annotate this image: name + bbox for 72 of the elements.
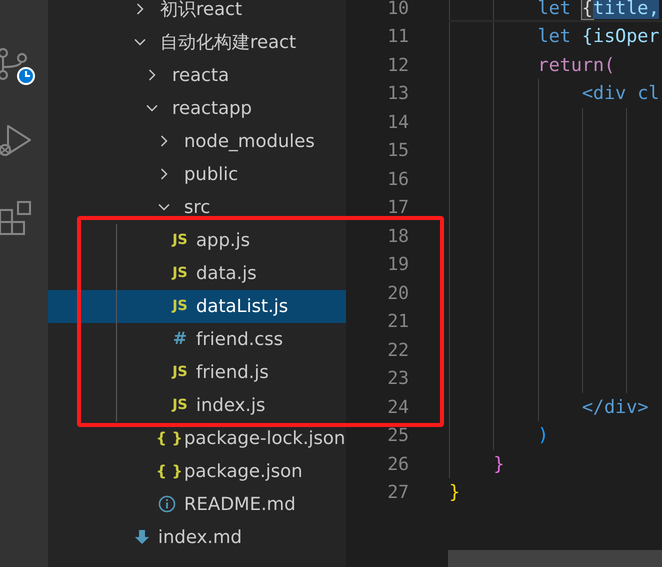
file-name: reactapp — [172, 98, 252, 118]
file-tree-item[interactable]: src — [48, 190, 346, 224]
source-control-icon[interactable] — [0, 47, 36, 87]
line-number: 25 — [386, 425, 409, 446]
line-number: 11 — [386, 26, 409, 47]
file-tree-item[interactable]: JS data.js — [48, 256, 346, 290]
line-number: 19 — [386, 254, 409, 275]
file-type-icon: # — [168, 329, 192, 349]
file-tree-item[interactable]: JS friend.js — [48, 356, 346, 388]
line-number: 21 — [386, 311, 409, 332]
file-tree-item[interactable]: { }package-lock.json — [48, 422, 346, 454]
code-token: </div> — [582, 396, 648, 418]
code-token: let — [538, 26, 571, 47]
file-tree-item[interactable]: # friend.css — [48, 322, 346, 356]
file-name: index.js — [196, 394, 266, 416]
line-number: 23 — [386, 368, 409, 389]
line-number: 16 — [386, 168, 409, 190]
file-name: src — [184, 196, 210, 218]
code-token: return( — [538, 54, 616, 76]
file-name: public — [184, 164, 238, 184]
file-type-icon: { } — [156, 462, 180, 480]
file-tree-item[interactable]: reactapp — [48, 92, 346, 124]
info-icon — [158, 495, 176, 513]
file-name: app.js — [196, 230, 250, 250]
file-type-icon: JS — [168, 232, 192, 248]
line-number: 12 — [386, 54, 409, 76]
scrollbar[interactable] — [448, 550, 662, 567]
file-name: reacta — [172, 64, 230, 86]
file-type-icon: JS — [168, 364, 192, 380]
line-number: 14 — [386, 112, 409, 132]
file-tree-item[interactable]: 自动化构建react — [48, 26, 346, 58]
file-name: README.md — [184, 494, 296, 514]
code-token: } — [493, 454, 504, 474]
file-name: index.md — [158, 526, 242, 548]
line-number: 13 — [386, 83, 409, 104]
code-token: <div cl — [582, 83, 660, 104]
code-token: ) — [538, 425, 549, 446]
file-tree-item[interactable]: 初识react — [48, 0, 346, 26]
file-tree-item[interactable]: { }package.json — [48, 454, 346, 488]
line-number: 18 — [386, 226, 409, 246]
file-tree-item[interactable]: JS index.js — [48, 388, 346, 422]
file-type-icon: { } — [156, 429, 180, 447]
line-number: 17 — [386, 197, 409, 218]
file-name: friend.css — [196, 328, 284, 350]
file-tree-item[interactable]: README.md — [48, 488, 346, 520]
file-name: 初识react — [160, 0, 242, 21]
file-name: dataList.js — [196, 296, 288, 316]
code-token: {isOper — [582, 26, 660, 47]
line-number: 24 — [386, 396, 409, 418]
file-type-icon: JS — [168, 298, 192, 314]
line-number: 27 — [386, 482, 409, 503]
file-name: node_modules — [184, 130, 315, 152]
down-arrow-icon — [134, 529, 150, 545]
file-type-icon: JS — [168, 265, 192, 281]
file-name: data.js — [196, 262, 257, 284]
file-tree-item[interactable]: JS app.js — [48, 224, 346, 256]
file-name: 自动化构建react — [160, 31, 296, 54]
file-tree-item[interactable]: index.md — [48, 520, 346, 554]
line-number: 22 — [386, 340, 409, 360]
line-number: 15 — [386, 140, 409, 161]
file-name: package.json — [184, 460, 303, 482]
file-name: friend.js — [196, 362, 269, 382]
file-tree-item[interactable]: public — [48, 158, 346, 190]
line-number: 26 — [386, 454, 409, 474]
file-name: package-lock.json — [184, 428, 346, 448]
file-tree-item[interactable]: JS dataList.js — [48, 290, 346, 322]
file-tree-item[interactable]: node_modules — [48, 124, 346, 158]
file-tree-item[interactable]: reacta — [48, 58, 346, 92]
file-type-icon: JS — [168, 397, 192, 413]
line-number: 20 — [386, 282, 409, 304]
code-token: } — [449, 482, 460, 503]
line-number: 10 — [386, 0, 409, 18]
